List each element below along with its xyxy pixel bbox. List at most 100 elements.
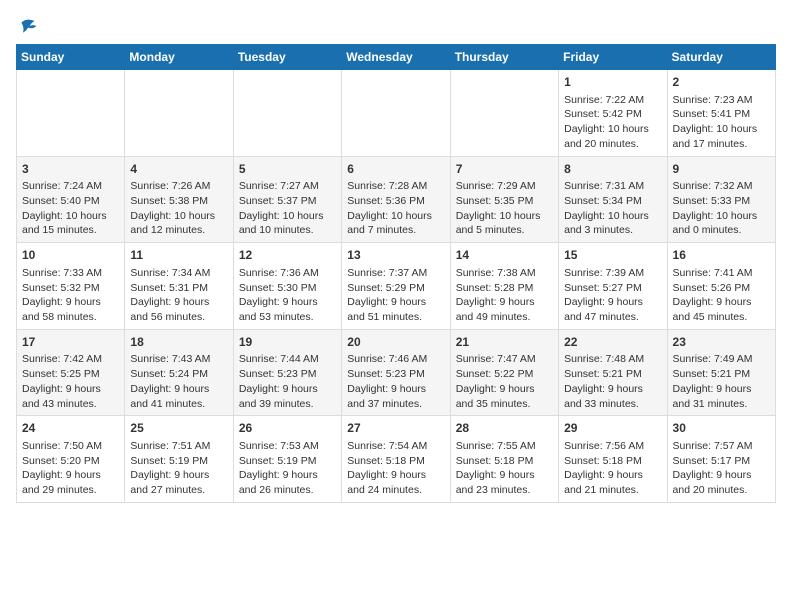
calendar-week-row: 3Sunrise: 7:24 AMSunset: 5:40 PMDaylight…: [17, 156, 776, 243]
cell-info-line: Daylight: 9 hours and 49 minutes.: [456, 295, 553, 324]
cell-info-line: Daylight: 9 hours and 33 minutes.: [564, 382, 661, 411]
cell-info-line: Sunrise: 7:43 AM: [130, 352, 227, 367]
cell-info-line: Sunrise: 7:42 AM: [22, 352, 119, 367]
day-number: 6: [347, 161, 444, 178]
day-number: 9: [673, 161, 770, 178]
calendar-cell: 19Sunrise: 7:44 AMSunset: 5:23 PMDayligh…: [233, 329, 341, 416]
day-number: 19: [239, 334, 336, 351]
calendar-cell: 10 Sunrise: 7:33 AMSunset: 5:32 PMDayligh…: [17, 243, 125, 330]
cell-info-line: Sunset: 5:33 PM: [673, 194, 770, 209]
calendar-cell: 8Sunrise: 7:31 AMSunset: 5:34 PMDaylight…: [559, 156, 667, 243]
cell-info-line: Daylight: 9 hours and 47 minutes.: [564, 295, 661, 324]
calendar-cell: 30Sunrise: 7:57 AMSunset: 5:17 PMDayligh…: [667, 416, 775, 503]
calendar-day-header: Sunday: [17, 45, 125, 70]
cell-info-line: Daylight: 9 hours and 37 minutes.: [347, 382, 444, 411]
day-number: 29: [564, 420, 661, 437]
cell-info-line: Daylight: 9 hours and 53 minutes.: [239, 295, 336, 324]
cell-info-line: Sunset: 5:17 PM: [673, 454, 770, 469]
cell-info-line: Daylight: 9 hours and 58 minutes.: [22, 295, 119, 324]
cell-info-line: Sunrise: 7:51 AM: [130, 439, 227, 454]
cell-info-line: Sunset: 5:20 PM: [22, 454, 119, 469]
day-number: 10: [22, 247, 119, 264]
page-header: [16, 16, 776, 36]
cell-info-line: Daylight: 9 hours and 21 minutes.: [564, 468, 661, 497]
calendar-cell: 25Sunrise: 7:51 AMSunset: 5:19 PMDayligh…: [125, 416, 233, 503]
calendar-body: 1 Sunrise: 7:22 AMSunset: 5:42 PM Daylight…: [17, 70, 776, 503]
calendar-cell: 18Sunrise: 7:43 AMSunset: 5:24 PMDayligh…: [125, 329, 233, 416]
cell-info-line: Sunset: 5:42 PM: [564, 107, 661, 122]
cell-info-line: Sunset: 5:25 PM: [22, 367, 119, 382]
cell-info-line: Sunrise: 7:33 AM: [22, 266, 119, 281]
day-number: 30: [673, 420, 770, 437]
cell-info-line: Sunset: 5:22 PM: [456, 367, 553, 382]
cell-info-line: Daylight: 9 hours and 41 minutes.: [130, 382, 227, 411]
cell-info-line: Sunset: 5:32 PM: [22, 281, 119, 296]
cell-info-line: Daylight: 9 hours and 35 minutes.: [456, 382, 553, 411]
cell-info-line: Sunrise: 7:34 AM: [130, 266, 227, 281]
cell-info-line: Daylight: 9 hours and 20 minutes.: [673, 468, 770, 497]
cell-info-line: Sunset: 5:18 PM: [564, 454, 661, 469]
calendar-header-row: SundayMondayTuesdayWednesdayThursdayFrid…: [17, 45, 776, 70]
day-number: 5: [239, 161, 336, 178]
cell-info-line: Sunrise: 7:36 AM: [239, 266, 336, 281]
cell-info-line: Daylight: 10 hours and 5 minutes.: [456, 209, 553, 238]
cell-info-line: Sunrise: 7:39 AM: [564, 266, 661, 281]
cell-info-line: Sunrise: 7:23 AM: [673, 93, 770, 108]
cell-info-line: Sunrise: 7:29 AM: [456, 179, 553, 194]
cell-info-line: Sunset: 5:31 PM: [130, 281, 227, 296]
calendar-week-row: 10Sunrise: 7:33 AMSunset: 5:32 PMDayligh…: [17, 243, 776, 330]
cell-info-line: Daylight: 10 hours and 10 minutes.: [239, 209, 336, 238]
calendar-cell: 13Sunrise: 7:37 AMSunset: 5:29 PMDayligh…: [342, 243, 450, 330]
day-number: 7: [456, 161, 553, 178]
calendar-cell: [342, 70, 450, 157]
calendar-cell: 27Sunrise: 7:54 AMSunset: 5:18 PMDayligh…: [342, 416, 450, 503]
cell-info-line: Sunrise: 7:56 AM: [564, 439, 661, 454]
calendar-week-row: 1Sunrise: 7:22 AMSunset: 5:42 PMDaylight…: [17, 70, 776, 157]
day-number: 26: [239, 420, 336, 437]
cell-info-line: Sunset: 5:23 PM: [239, 367, 336, 382]
calendar-cell: 29 Sunrise: 7:56 AMSunset: 5:18 PMDayligh…: [559, 416, 667, 503]
calendar-cell: 5Sunrise: 7:27 AMSunset: 5:37 PMDaylight…: [233, 156, 341, 243]
cell-info-line: Sunrise: 7:22 AM: [564, 93, 661, 108]
day-number: 3: [22, 161, 119, 178]
cell-info-line: Sunrise: 7:53 AM: [239, 439, 336, 454]
cell-info-line: Sunset: 5:30 PM: [239, 281, 336, 296]
cell-info-line: Sunset: 5:29 PM: [347, 281, 444, 296]
cell-info-line: Sunset: 5:18 PM: [347, 454, 444, 469]
cell-info-line: Sunset: 5:41 PM: [673, 107, 770, 122]
cell-info-line: Sunrise: 7:47 AM: [456, 352, 553, 367]
day-number: 23: [673, 334, 770, 351]
calendar-cell: 17Sunrise: 7:42 AMSunset: 5:25 PMDayligh…: [17, 329, 125, 416]
cell-info-line: Sunrise: 7:24 AM: [22, 179, 119, 194]
day-number: 1: [564, 74, 661, 91]
calendar-week-row: 17Sunrise: 7:42 AMSunset: 5:25 PM Dayligh…: [17, 329, 776, 416]
cell-info-line: Sunrise: 7:44 AM: [239, 352, 336, 367]
cell-info-line: Sunset: 5:21 PM: [673, 367, 770, 382]
day-number: 17: [22, 334, 119, 351]
cell-info-line: Daylight: 10 hours and 7 minutes.: [347, 209, 444, 238]
calendar-cell: 11Sunrise: 7:34 AMSunset: 5:31 PMDayligh…: [125, 243, 233, 330]
day-number: 4: [130, 161, 227, 178]
cell-info-line: Sunset: 5:21 PM: [564, 367, 661, 382]
day-number: 22: [564, 334, 661, 351]
cell-info-line: Sunset: 5:19 PM: [239, 454, 336, 469]
cell-info-line: Sunrise: 7:54 AM: [347, 439, 444, 454]
cell-info-line: Sunrise: 7:48 AM: [564, 352, 661, 367]
cell-info-line: Sunset: 5:34 PM: [564, 194, 661, 209]
calendar-day-header: Friday: [559, 45, 667, 70]
calendar-day-header: Thursday: [450, 45, 558, 70]
cell-info-line: Sunset: 5:24 PM: [130, 367, 227, 382]
day-number: 15: [564, 247, 661, 264]
calendar-cell: 7Sunrise: 7:29 AMSunset: 5:35 PMDaylight…: [450, 156, 558, 243]
day-number: 12: [239, 247, 336, 264]
cell-info-line: Sunset: 5:23 PM: [347, 367, 444, 382]
cell-info-line: Daylight: 9 hours and 51 minutes.: [347, 295, 444, 324]
calendar-day-header: Monday: [125, 45, 233, 70]
calendar-table: SundayMondayTuesdayWednesdayThursdayFrid…: [16, 44, 776, 503]
calendar-cell: 22Sunrise: 7:48 AMSunset: 5:21 PMDayligh…: [559, 329, 667, 416]
cell-info-line: Sunrise: 7:38 AM: [456, 266, 553, 281]
calendar-cell: 26Sunrise: 7:53 AMSunset: 5:19 PMDayligh…: [233, 416, 341, 503]
calendar-cell: 9Sunrise: 7:32 AMSunset: 5:33 PMDaylight…: [667, 156, 775, 243]
calendar-cell: 15Sunrise: 7:39 AMSunset: 5:27 PMDayligh…: [559, 243, 667, 330]
cell-info-line: Sunrise: 7:28 AM: [347, 179, 444, 194]
